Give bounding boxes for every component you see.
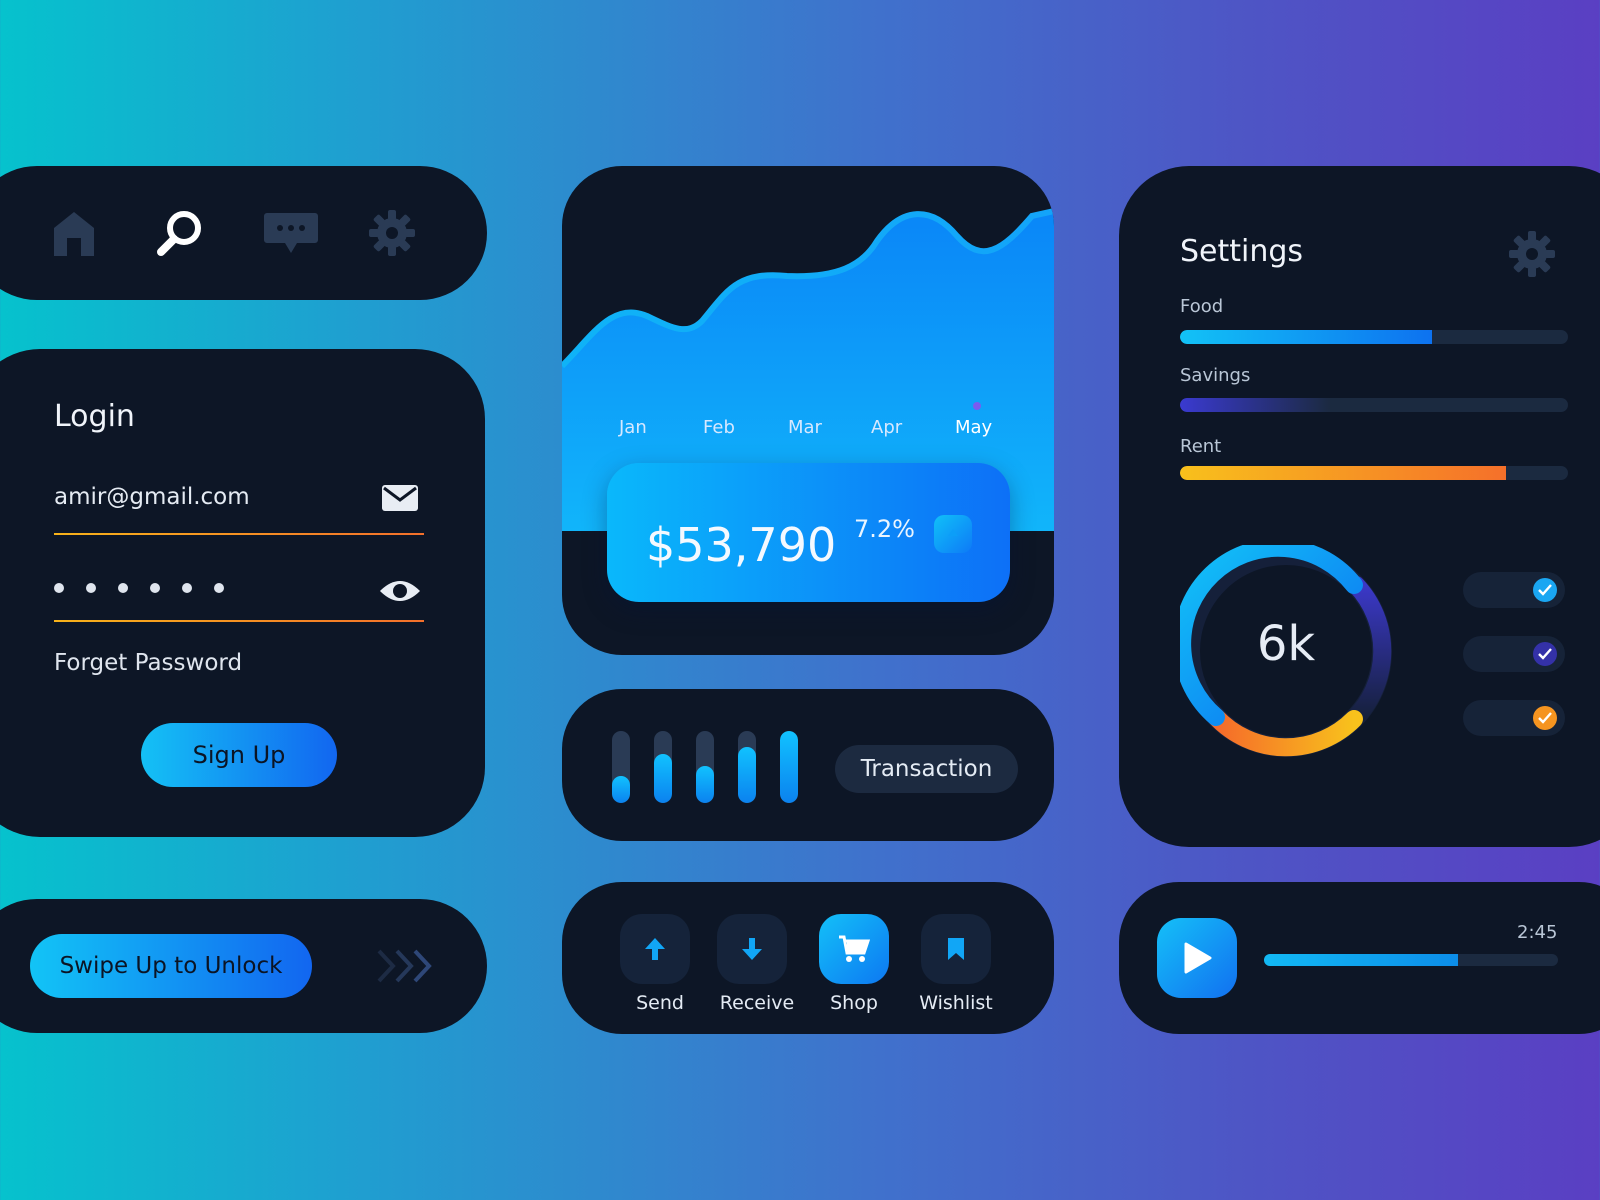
change-percent: 7.2% [854,515,915,543]
password-dot [118,583,128,593]
toggle-switch[interactable] [1463,572,1565,608]
email-field[interactable]: amir@gmail.com [54,484,250,510]
level-bar [696,731,714,803]
media-player-card: 2:45 [1119,882,1600,1034]
password-dot [214,583,224,593]
level-bar [654,731,672,803]
mail-icon [382,485,418,516]
swipe-unlock-button[interactable]: Swipe Up to Unlock [30,934,312,998]
password-dot [54,583,64,593]
trend-up-icon[interactable] [934,515,972,553]
month-label-active: May [955,417,993,438]
check-icon [1533,642,1557,666]
settings-title: Settings [1180,234,1304,269]
gear-icon[interactable] [1508,230,1556,283]
chat-icon[interactable] [262,208,320,258]
transaction-button[interactable]: Transaction [835,745,1018,793]
search-icon[interactable] [155,208,205,258]
password-dot [86,583,96,593]
check-icon [1533,706,1557,730]
rent-progress [1180,466,1568,480]
level-bar [738,731,756,803]
settings-card: Settings Food Savings Rent 6k [1119,166,1600,847]
balance-box: $53,790 7.2% [607,463,1010,602]
actions-card: Send Receive Shop Wishlist [562,882,1054,1034]
receive-button[interactable] [717,914,787,984]
eye-icon[interactable] [379,579,421,608]
chart-highlight-dot [973,402,981,410]
gear-icon[interactable] [367,208,417,258]
arrow-up-icon [645,938,665,960]
month-label: Apr [871,417,903,438]
password-underline [54,620,424,622]
login-card: Login amir@gmail.com Forget Password Sig… [0,349,485,837]
level-bar [780,731,798,803]
savings-progress [1180,398,1568,412]
unlock-bar: Swipe Up to Unlock [0,899,487,1033]
cart-icon [839,935,870,962]
balance-amount: $53,790 [646,518,837,572]
receive-label: Receive [719,992,795,1014]
password-dot [182,583,192,593]
playback-progress[interactable] [1264,954,1558,966]
wishlist-label: Wishlist [919,992,993,1014]
shop-label: Shop [830,992,878,1014]
transaction-card: Transaction [562,689,1054,841]
month-label: Feb [703,417,735,438]
toggle-switch[interactable] [1463,636,1565,672]
check-icon [1533,578,1557,602]
level-bar [612,731,630,803]
password-field[interactable] [54,583,224,593]
food-progress [1180,330,1568,344]
month-label: Jan [619,417,647,438]
food-label: Food [1180,296,1224,317]
rent-label: Rent [1180,436,1222,457]
play-button[interactable] [1157,918,1237,998]
email-underline [54,533,424,535]
shop-button[interactable] [819,914,889,984]
savings-label: Savings [1180,365,1251,386]
play-icon [1184,942,1212,974]
revenue-chart-card: Jan Feb Mar Apr May $53,790 7.2% [562,166,1054,655]
sign-up-button[interactable]: Sign Up [141,723,337,787]
nav-bar [0,166,487,300]
send-label: Send [636,992,684,1014]
home-icon[interactable] [49,208,99,258]
ring-value: 6k [1256,616,1316,672]
chevrons-right-icon [375,948,437,989]
forgot-password-link[interactable]: Forget Password [54,650,242,676]
password-dot [150,583,160,593]
track-time: 2:45 [1517,922,1558,943]
send-button[interactable] [620,914,690,984]
login-title: Login [54,399,135,434]
toggle-switch[interactable] [1463,700,1565,736]
wishlist-button[interactable] [921,914,991,984]
month-label: Mar [788,417,822,438]
arrow-down-icon [742,938,762,960]
bookmark-icon [948,938,964,960]
